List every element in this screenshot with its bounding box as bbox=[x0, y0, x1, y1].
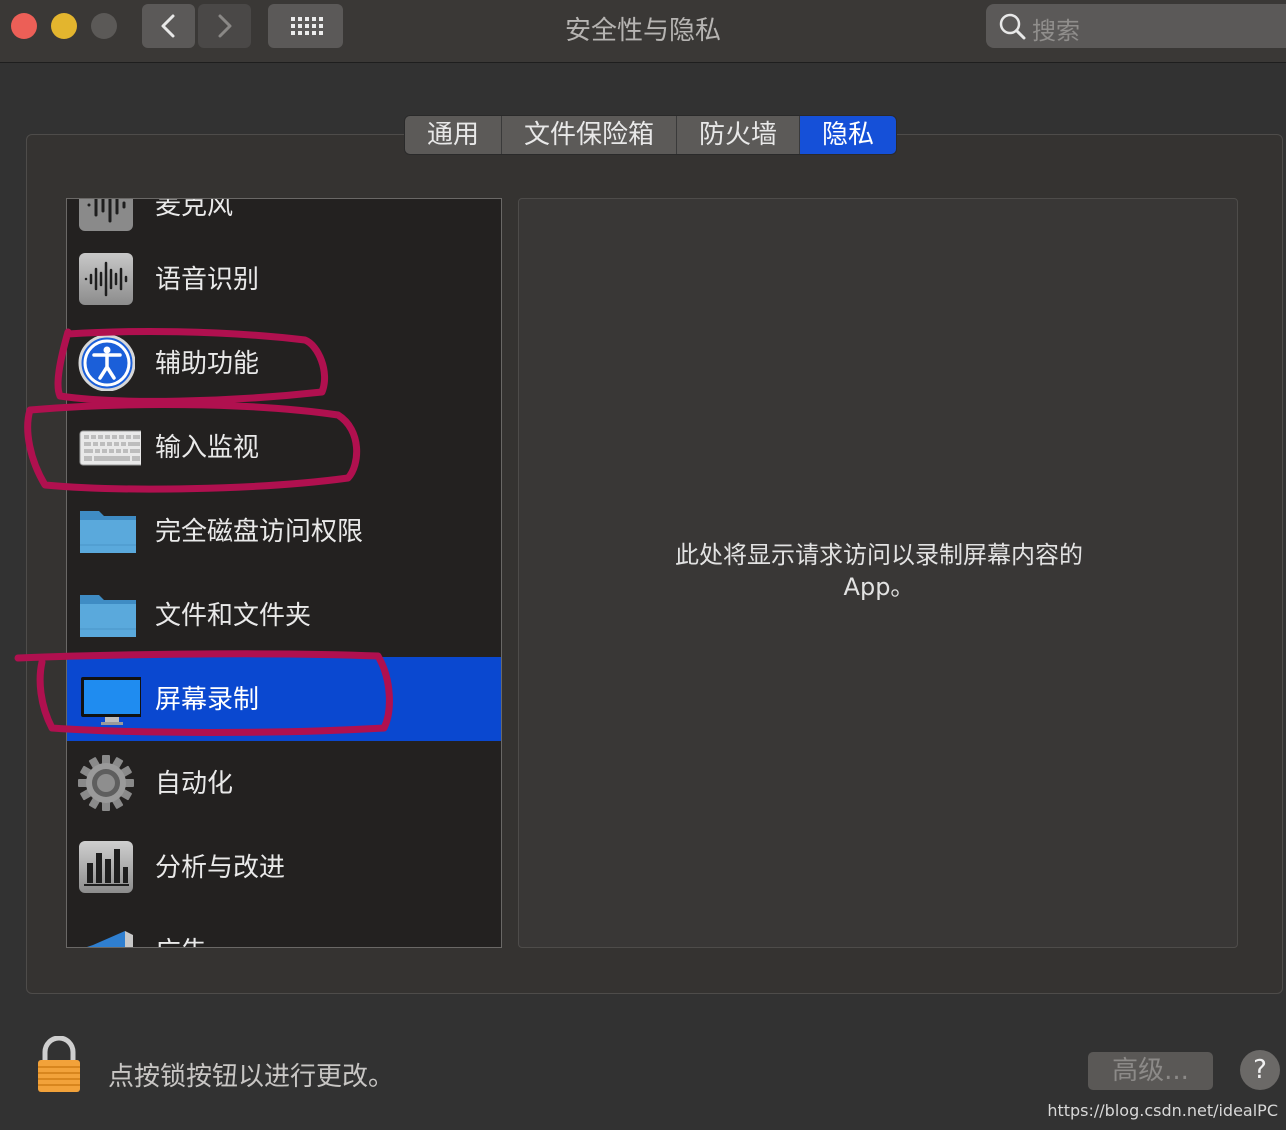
empty-state-message: 此处将显示请求访问以录制屏幕内容的 App。 bbox=[675, 541, 1083, 601]
list-item-files-and-folders[interactable]: 文件和文件夹 bbox=[67, 573, 501, 657]
list-item-label: 文件和文件夹 bbox=[155, 601, 312, 631]
list-item-label: 辅助功能 bbox=[155, 349, 260, 379]
tab-general[interactable]: 通用 bbox=[405, 116, 503, 154]
list-item-label: 广告 bbox=[155, 931, 207, 947]
list-item-label: 语音识别 bbox=[155, 265, 260, 295]
list-item-automation[interactable]: 自动化 bbox=[67, 741, 501, 825]
list-item-label: 麦克风 bbox=[155, 198, 234, 221]
lock-icon[interactable] bbox=[36, 1036, 82, 1094]
list-item-label: 自动化 bbox=[155, 769, 234, 799]
list-item-speech-recognition[interactable]: 语音识别 bbox=[67, 237, 501, 321]
search-field[interactable]: 搜索 bbox=[986, 4, 1286, 48]
list-item-label: 输入监视 bbox=[155, 433, 260, 463]
waveform-icon bbox=[79, 253, 133, 305]
folder-icon bbox=[80, 511, 136, 553]
list-item-accessibility[interactable]: 辅助功能 bbox=[67, 321, 501, 405]
tab-privacy[interactable]: 隐私 bbox=[800, 116, 897, 154]
list-item-screen-recording[interactable]: 屏幕录制 bbox=[67, 657, 501, 741]
list-item-analytics[interactable]: 分析与改进 bbox=[67, 825, 501, 909]
window-titlebar: 安全性与隐私 搜索 bbox=[0, 0, 1286, 63]
gear-icon bbox=[78, 755, 134, 811]
tab-firewall[interactable]: 防火墙 bbox=[677, 116, 801, 154]
bar-chart-icon bbox=[79, 841, 133, 893]
privacy-category-list[interactable]: 麦克风 语音识别 辅助功能 输入监视 完全磁盘访问权限 文件和文件夹 屏幕录制 … bbox=[66, 198, 502, 948]
advanced-button[interactable]: 高级... bbox=[1088, 1052, 1213, 1090]
accessibility-icon bbox=[78, 335, 135, 391]
detail-pane: 此处将显示请求访问以录制屏幕内容的 App。 bbox=[518, 198, 1238, 948]
list-item-label: 屏幕录制 bbox=[155, 685, 260, 715]
megaphone-icon bbox=[87, 931, 133, 947]
display-icon bbox=[81, 677, 141, 725]
list-item-label: 完全磁盘访问权限 bbox=[155, 517, 364, 547]
list-item-full-disk-access[interactable]: 完全磁盘访问权限 bbox=[67, 489, 501, 573]
search-icon bbox=[999, 13, 1026, 40]
folder-icon bbox=[80, 595, 136, 637]
search-placeholder: 搜索 bbox=[1032, 17, 1080, 45]
lock-message: 点按锁按钮以进行更改。 bbox=[108, 1062, 395, 1092]
help-button[interactable]: ? bbox=[1240, 1050, 1280, 1090]
tab-filevault[interactable]: 文件保险箱 bbox=[502, 116, 678, 154]
list-item-input-monitoring[interactable]: 输入监视 bbox=[67, 405, 501, 489]
keyboard-icon bbox=[79, 430, 141, 466]
tab-bar: 通用 文件保险箱 防火墙 隐私 bbox=[404, 115, 898, 155]
watermark-text: https://blog.csdn.net/idealPC bbox=[1047, 1101, 1278, 1120]
list-item-label: 分析与改进 bbox=[155, 853, 286, 883]
microphone-icon bbox=[79, 199, 133, 231]
list-item-advertising[interactable]: 广告 bbox=[67, 909, 501, 947]
